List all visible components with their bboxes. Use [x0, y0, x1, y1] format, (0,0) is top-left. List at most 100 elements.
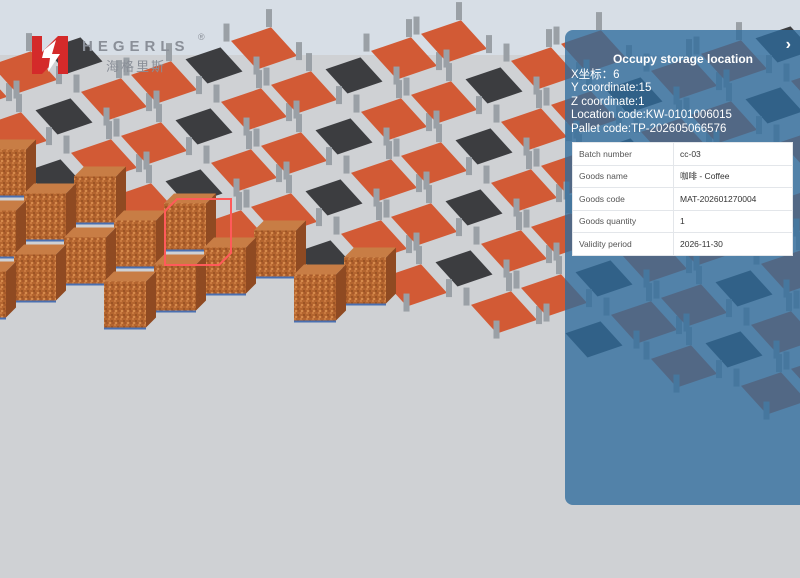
- company-logo: HEGERLS ® 海格里斯: [30, 32, 220, 80]
- rack-post: [63, 135, 70, 154]
- logo-mark-icon: [32, 36, 68, 74]
- goods-info-table: Batch number cc-03 Goods name 咖啡 - Coffe…: [572, 142, 793, 256]
- rack-post: [146, 165, 152, 184]
- rack-post: [296, 42, 302, 61]
- rack-post: [456, 218, 462, 237]
- cargo-box: [254, 230, 296, 277]
- rack-post: [113, 118, 120, 137]
- row-value: MAT-202601270004: [673, 187, 793, 211]
- rack-post: [446, 63, 452, 82]
- rack-post: [363, 33, 370, 52]
- rack-post: [186, 137, 192, 156]
- rack-post: [223, 23, 230, 42]
- rack-post: [416, 246, 422, 265]
- rack-post: [546, 29, 552, 48]
- rack-post: [256, 70, 262, 89]
- rack-post: [236, 192, 242, 211]
- rack-post: [246, 131, 252, 150]
- table-row: Validity period 2026-11-30: [572, 232, 793, 256]
- cargo-box: [104, 281, 146, 328]
- rack-post: [253, 128, 260, 147]
- rack-post: [483, 165, 490, 184]
- row-label: Batch number: [572, 142, 674, 166]
- rack-post: [263, 67, 270, 86]
- cargo-box: [0, 149, 26, 196]
- rack-post: [383, 199, 390, 218]
- row-value: 咖啡 - Coffee: [673, 164, 793, 188]
- panel-title: Occupy storage location: [612, 52, 754, 66]
- z-coordinate: Z coordinate:1: [571, 95, 645, 108]
- cargo-box: [114, 220, 156, 267]
- storage-location-info-panel: › Occupy storage location X坐标：6 Y coordi…: [565, 30, 800, 505]
- cargo-box: [24, 193, 66, 240]
- row-label: Validity period: [572, 232, 674, 256]
- row-label: Goods code: [572, 187, 674, 211]
- pallet-code: Pallet code:TP-202605066576: [571, 122, 727, 135]
- cargo-box: [344, 257, 386, 304]
- rack-post: [476, 96, 482, 115]
- rack-post: [596, 12, 602, 31]
- cargo-box: [64, 237, 106, 284]
- row-label: Goods name: [572, 164, 674, 188]
- table-row: Goods quantity 1: [572, 209, 793, 233]
- table-row: Batch number cc-03: [572, 142, 793, 166]
- rack-post: [473, 226, 480, 245]
- cargo-box: [204, 247, 246, 294]
- rack-post: [316, 208, 322, 227]
- table-row: Goods name 咖啡 - Coffee: [572, 164, 793, 188]
- rack-post: [243, 189, 250, 208]
- rack-post: [466, 157, 472, 176]
- row-value: cc-03: [673, 142, 793, 166]
- rack-post: [156, 104, 162, 123]
- row-value: 1: [673, 209, 793, 233]
- logo-chinese-name: 海格里斯: [106, 60, 167, 75]
- rack-post: [436, 124, 442, 143]
- rack-post: [523, 209, 530, 228]
- rack-post: [296, 114, 302, 133]
- rack-post: [426, 185, 432, 204]
- rack-post: [413, 16, 420, 35]
- rack-post: [336, 86, 342, 105]
- rack-post: [456, 2, 462, 21]
- rack-post: [286, 175, 292, 194]
- rack-post: [493, 104, 500, 123]
- cargo-box: [0, 210, 16, 257]
- rack-post: [533, 148, 540, 167]
- table-row: Goods code MAT-202601270004: [572, 187, 793, 211]
- rack-post: [386, 141, 392, 160]
- rack-post: [463, 287, 470, 306]
- rack-post: [446, 279, 452, 298]
- rack-post: [353, 94, 360, 113]
- rack-post: [106, 121, 112, 140]
- rack-post: [486, 35, 492, 54]
- rack-post: [543, 303, 550, 322]
- rack-post: [326, 147, 332, 166]
- cargo-box: [164, 203, 206, 250]
- cargo-box: [154, 264, 196, 311]
- rack-post: [516, 212, 522, 231]
- row-value: 2026-11-30: [673, 232, 793, 256]
- y-coordinate: Y coordinate:15: [571, 82, 652, 95]
- rack-post: [333, 216, 340, 235]
- rack-post: [306, 53, 312, 72]
- rack-post: [526, 151, 532, 170]
- rack-post: [376, 202, 382, 221]
- rack-post: [553, 26, 560, 45]
- rack-post: [203, 145, 210, 164]
- location-code: Location code:KW-0101006015: [571, 109, 732, 122]
- rack-post: [406, 19, 412, 38]
- logo-registered-mark: ®: [198, 32, 205, 42]
- rack-post: [506, 273, 512, 292]
- rack-post: [213, 84, 220, 103]
- cargo-box: [0, 271, 6, 318]
- rack-post: [403, 77, 410, 96]
- cargo-box: [294, 274, 336, 321]
- row-label: Goods quantity: [572, 209, 674, 233]
- rack-post: [266, 9, 272, 28]
- rack-post: [343, 155, 350, 174]
- logo-brand-text: HEGERLS: [82, 38, 190, 55]
- rack-post: [556, 256, 562, 275]
- location-coordinates: X坐标：6 Y coordinate:15 Z coordinate:1 Loc…: [571, 69, 732, 136]
- rack-post: [16, 94, 22, 113]
- rack-post: [403, 293, 410, 312]
